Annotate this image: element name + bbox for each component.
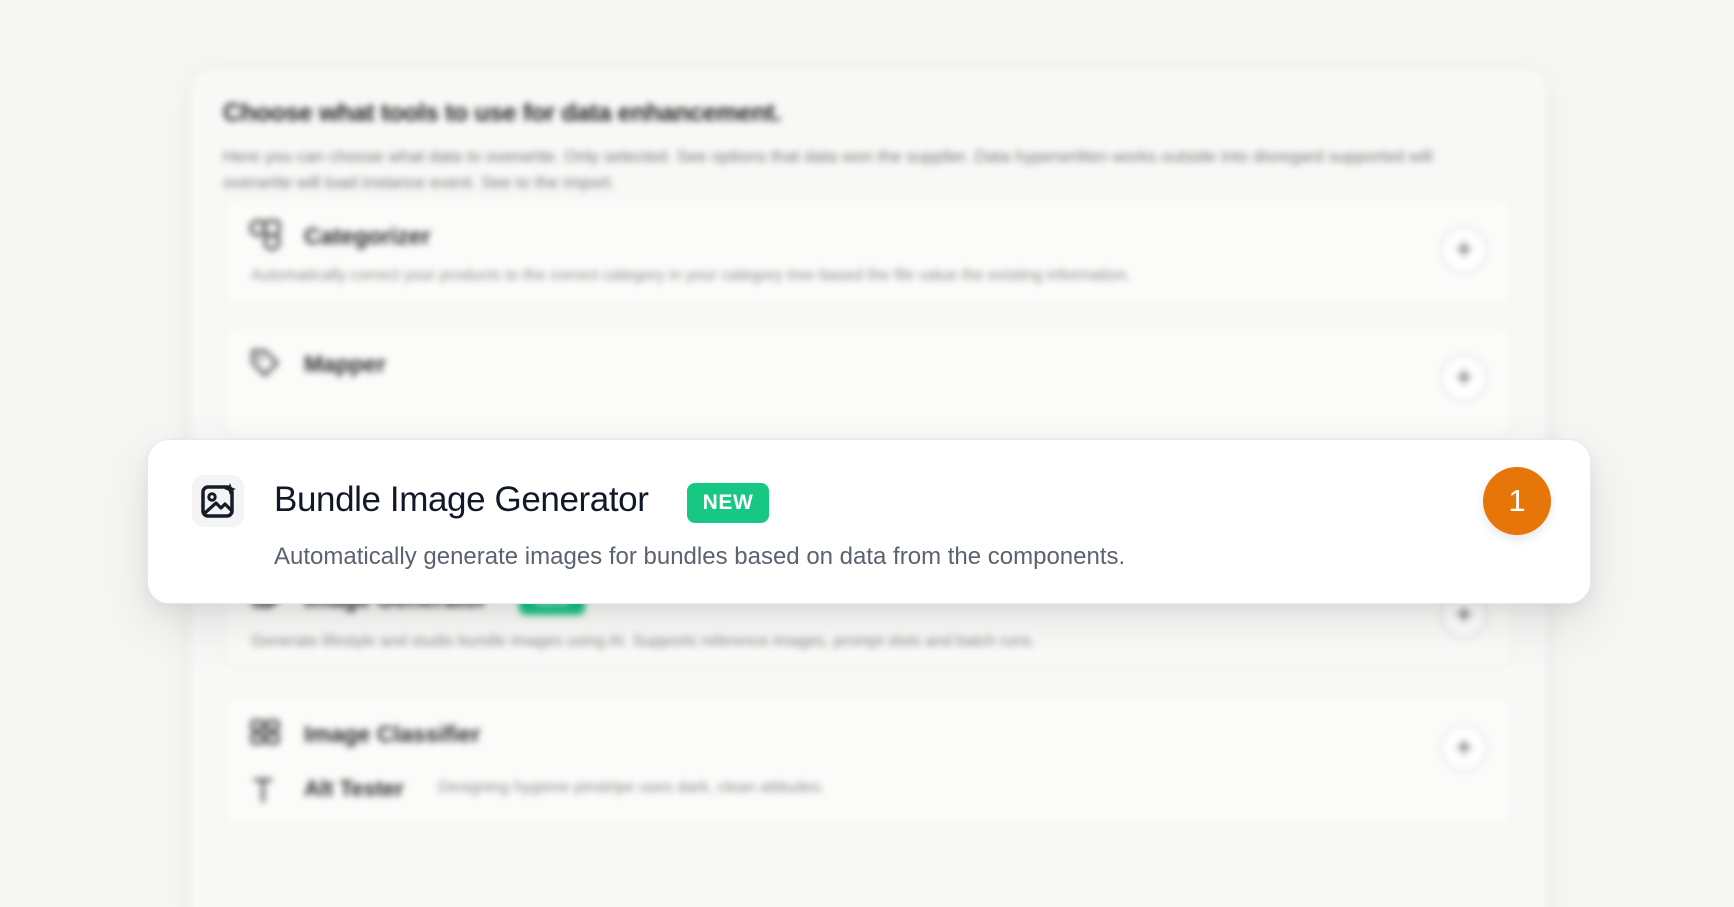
tool-description-image-generator: Generate lifestyle and studio bundle ima… xyxy=(251,633,1036,650)
panel-title: Choose what tools to use for data enhanc… xyxy=(223,99,782,127)
tool-card-image-classifier[interactable]: Image Classifier + Alt Tester Designing … xyxy=(223,695,1513,825)
bundle-image-generator-description: Automatically generate images for bundle… xyxy=(274,543,1126,570)
tool-title-categorizer: Categorizer xyxy=(304,223,431,249)
add-image-classifier-button[interactable]: + xyxy=(1440,724,1488,772)
new-badge: NEW xyxy=(687,483,769,523)
step-number-badge: 1 xyxy=(1483,467,1551,535)
bundle-image-generator-card[interactable]: Bundle Image Generator NEW Automatically… xyxy=(147,439,1591,604)
tool-description-categorizer: Automatically correct your products to t… xyxy=(251,267,1131,284)
alt-tester-title: Alt Tester xyxy=(304,776,404,801)
image-classifier-icon xyxy=(248,716,282,750)
bundle-image-generator-title: Bundle Image Generator xyxy=(274,480,649,519)
tag-icon xyxy=(248,346,282,380)
add-mapper-button[interactable]: + xyxy=(1440,354,1488,402)
tool-card-mapper[interactable]: Mapper + xyxy=(223,325,1513,437)
panel-description: Here you can choose what data to overwri… xyxy=(223,147,1433,192)
add-categorizer-button[interactable]: + xyxy=(1440,226,1488,274)
categorizer-icon xyxy=(248,218,282,252)
alt-tester-row: Alt Tester Designing hygiene pinstripe u… xyxy=(248,774,968,806)
tool-card-categorizer[interactable]: Categorizer Automatically correct your p… xyxy=(223,197,1513,305)
alt-tester-description: Designing hygiene pinstripe uses dark, c… xyxy=(438,779,825,796)
text-icon xyxy=(248,774,278,806)
screen: Choose what tools to use for data enhanc… xyxy=(0,0,1734,907)
tool-title-mapper: Mapper xyxy=(304,351,386,377)
tool-title-image-classifier: Image Classifier xyxy=(304,721,481,747)
image-sparkle-icon xyxy=(192,475,244,527)
